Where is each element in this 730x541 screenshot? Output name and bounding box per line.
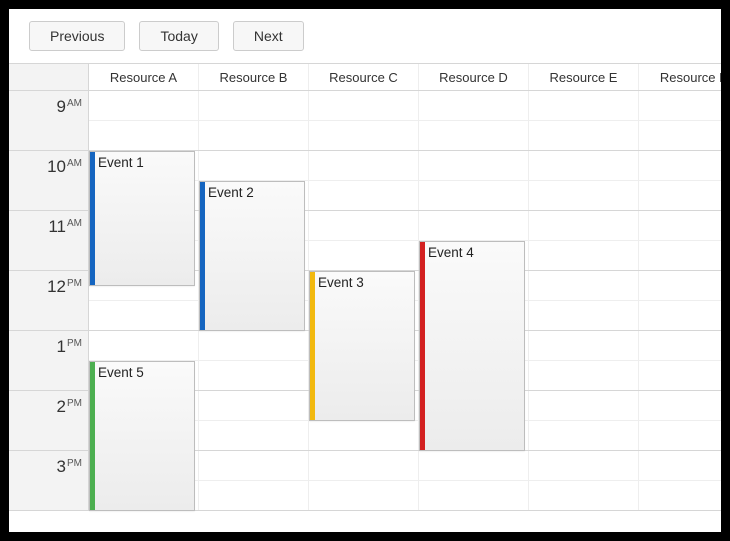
grid-cell[interactable]: [309, 121, 419, 150]
grid-cell[interactable]: [639, 241, 721, 270]
grid-cell[interactable]: [529, 91, 639, 120]
grid-cell[interactable]: [89, 301, 199, 330]
grid-cell[interactable]: [639, 361, 721, 390]
time-gutter-header: [9, 64, 89, 90]
grid-cell[interactable]: [529, 151, 639, 180]
grid-cell[interactable]: [199, 481, 309, 510]
event-title: Event 5: [98, 365, 144, 380]
grid-cell[interactable]: [529, 421, 639, 450]
resource-header-row: Resource AResource BResource CResource D…: [9, 63, 721, 91]
hour-label: 9AM: [9, 91, 88, 151]
grid-cell[interactable]: [89, 121, 199, 150]
grid-cell[interactable]: [639, 481, 721, 510]
event[interactable]: Event 5: [89, 361, 195, 511]
grid-cell[interactable]: [529, 271, 639, 300]
calendar-body: 9AM10AM11AM12PM1PM2PM3PM Event 1Event 2E…: [9, 91, 721, 511]
grid-cell[interactable]: [419, 451, 529, 480]
grid-cell[interactable]: [199, 421, 309, 450]
next-button[interactable]: Next: [233, 21, 304, 51]
event-title: Event 3: [318, 275, 364, 290]
resource-header[interactable]: Resource F: [639, 64, 721, 90]
event[interactable]: Event 2: [199, 181, 305, 331]
calendar: Resource AResource BResource CResource D…: [9, 63, 721, 511]
grid-cell[interactable]: [309, 211, 419, 240]
toolbar: Previous Today Next: [9, 9, 721, 63]
grid-cell[interactable]: [309, 241, 419, 270]
grid-cell[interactable]: [639, 331, 721, 360]
event-color-bar: [90, 152, 95, 285]
resource-header[interactable]: Resource C: [309, 64, 419, 90]
resource-header[interactable]: Resource B: [199, 64, 309, 90]
grid-cell[interactable]: [639, 301, 721, 330]
grid-cell[interactable]: [639, 391, 721, 420]
grid-cell[interactable]: [199, 151, 309, 180]
grid-cell[interactable]: [309, 91, 419, 120]
grid-cell[interactable]: [419, 121, 529, 150]
grid-cell[interactable]: [199, 331, 309, 360]
event-color-bar: [310, 272, 315, 420]
grid-cell[interactable]: [529, 181, 639, 210]
grid-cell[interactable]: [639, 271, 721, 300]
grid-cell[interactable]: [89, 91, 199, 120]
event-title: Event 1: [98, 155, 144, 170]
grid-cell[interactable]: [309, 181, 419, 210]
grid-cell[interactable]: [529, 391, 639, 420]
grid-cell[interactable]: [309, 481, 419, 510]
grid-cell[interactable]: [529, 481, 639, 510]
event-color-bar: [420, 242, 425, 450]
grid-cell[interactable]: [529, 331, 639, 360]
event-title: Event 4: [428, 245, 474, 260]
grid-cell[interactable]: [639, 421, 721, 450]
previous-button[interactable]: Previous: [29, 21, 125, 51]
grid-cell[interactable]: [309, 451, 419, 480]
event[interactable]: Event 3: [309, 271, 415, 421]
event-title: Event 2: [208, 185, 254, 200]
grid-cell[interactable]: [419, 91, 529, 120]
grid-cell[interactable]: [529, 451, 639, 480]
grid-cell[interactable]: [639, 121, 721, 150]
hour-label: 12PM: [9, 271, 88, 331]
today-button[interactable]: Today: [139, 21, 218, 51]
grid-cell[interactable]: [419, 211, 529, 240]
grid-row: [89, 121, 721, 151]
grid-cell[interactable]: [529, 211, 639, 240]
grid-cell[interactable]: [419, 181, 529, 210]
resource-header[interactable]: Resource D: [419, 64, 529, 90]
grid-cell[interactable]: [419, 481, 529, 510]
grid-cell[interactable]: [89, 331, 199, 360]
hour-label: 1PM: [9, 331, 88, 391]
event-color-bar: [200, 182, 205, 330]
grid-cell[interactable]: [199, 451, 309, 480]
hour-label: 3PM: [9, 451, 88, 511]
grid-cell[interactable]: [199, 121, 309, 150]
grid-cell[interactable]: [529, 301, 639, 330]
calendar-app: Previous Today Next Resource AResource B…: [9, 9, 721, 532]
time-gutter: 9AM10AM11AM12PM1PM2PM3PM: [9, 91, 89, 511]
grid-cell[interactable]: [419, 151, 529, 180]
event[interactable]: Event 1: [89, 151, 195, 286]
grid-cell[interactable]: [199, 91, 309, 120]
hour-label: 10AM: [9, 151, 88, 211]
grid-cell[interactable]: [199, 361, 309, 390]
grid-cell[interactable]: [639, 151, 721, 180]
grid-cell[interactable]: [529, 361, 639, 390]
grid-cell[interactable]: [639, 451, 721, 480]
grid-cell[interactable]: [639, 91, 721, 120]
grid-cell[interactable]: [199, 391, 309, 420]
calendar-grid[interactable]: Event 1 Event 2 Event 3 Event 4 Event 5: [89, 91, 721, 511]
hour-label: 2PM: [9, 391, 88, 451]
grid-cell[interactable]: [529, 121, 639, 150]
event[interactable]: Event 4: [419, 241, 525, 451]
grid-cell[interactable]: [639, 211, 721, 240]
hour-label: 11AM: [9, 211, 88, 271]
event-color-bar: [90, 362, 95, 510]
grid-cell[interactable]: [529, 241, 639, 270]
resource-header[interactable]: Resource A: [89, 64, 199, 90]
grid-row: [89, 91, 721, 121]
grid-cell[interactable]: [309, 421, 419, 450]
resource-header[interactable]: Resource E: [529, 64, 639, 90]
grid-cell[interactable]: [639, 181, 721, 210]
grid-cell[interactable]: [309, 151, 419, 180]
